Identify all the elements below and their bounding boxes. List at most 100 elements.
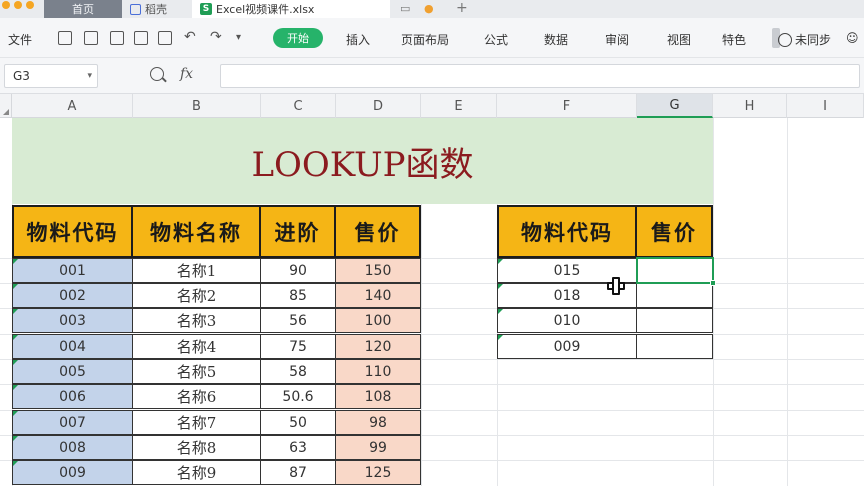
window-control-icon[interactable]: [2, 1, 10, 9]
text-number-indicator-icon: [498, 284, 503, 289]
header-price[interactable]: 售价: [334, 205, 421, 258]
column-header-e[interactable]: E: [421, 94, 497, 118]
undo-icon[interactable]: ↶: [184, 29, 196, 45]
table-cell-cost[interactable]: 75: [260, 334, 336, 359]
column-header-i[interactable]: I: [787, 94, 864, 118]
formula-input[interactable]: [220, 64, 860, 88]
menu-page-layout[interactable]: 页面布局: [401, 31, 449, 48]
table-cell-price[interactable]: 108: [335, 384, 421, 409]
name-box-dropdown-icon[interactable]: ▾: [87, 65, 92, 87]
daoke-icon: [130, 3, 141, 15]
table-cell-name[interactable]: 名称8: [132, 435, 261, 460]
table-cell-code[interactable]: 003: [12, 308, 133, 333]
window-control-icon[interactable]: [14, 1, 22, 9]
select-all-corner[interactable]: [0, 94, 12, 118]
column-header-c[interactable]: C: [261, 94, 336, 118]
tab-daoke[interactable]: 稻壳: [124, 0, 190, 18]
table-cell-name[interactable]: 名称3: [132, 308, 261, 333]
lookup-cell-code[interactable]: 009: [497, 334, 637, 359]
text-number-indicator-icon: [498, 309, 503, 314]
column-header-f[interactable]: F: [497, 94, 637, 118]
menu-review[interactable]: 审阅: [605, 31, 629, 48]
tab-screen-icon[interactable]: ▭: [400, 2, 410, 15]
menu-data[interactable]: 数据: [544, 31, 568, 48]
menu-start-label: 开始: [287, 32, 309, 45]
table-cell-code[interactable]: 008: [12, 435, 133, 460]
table-cell-cost[interactable]: 85: [260, 283, 336, 308]
table-cell-code[interactable]: 009: [12, 460, 133, 485]
table-cell-cost[interactable]: 63: [260, 435, 336, 460]
table-cell-name[interactable]: 名称1: [132, 258, 261, 283]
add-tab-button[interactable]: +: [456, 0, 468, 16]
table-cell-name[interactable]: 名称4: [132, 334, 261, 359]
grid-line: [787, 118, 788, 486]
header-material-name[interactable]: 物料名称: [131, 205, 261, 258]
open-folder-icon[interactable]: [58, 31, 72, 45]
export-icon[interactable]: [110, 31, 124, 45]
lookup-header-material-code[interactable]: 物料代码: [497, 205, 637, 258]
redo-icon[interactable]: ↷: [210, 29, 222, 45]
menu-special[interactable]: 特色: [722, 31, 746, 48]
table-cell-name[interactable]: 名称7: [132, 410, 261, 435]
table-cell-cost[interactable]: 87: [260, 460, 336, 485]
lookup-cell-code[interactable]: 010: [497, 308, 637, 333]
window-control-icon[interactable]: [26, 1, 34, 9]
table-cell-cost[interactable]: 58: [260, 359, 336, 384]
table-cell-name[interactable]: 名称2: [132, 283, 261, 308]
table-cell-code[interactable]: 004: [12, 334, 133, 359]
lookup-cell-price[interactable]: [636, 283, 713, 308]
name-box[interactable]: G3 ▾: [4, 64, 98, 88]
column-header-a[interactable]: A: [12, 94, 133, 118]
lookup-cell-price[interactable]: [636, 308, 713, 333]
table-cell-price[interactable]: 125: [335, 460, 421, 485]
table-cell-cost[interactable]: 50.6: [260, 384, 336, 409]
header-material-code[interactable]: 物料代码: [12, 205, 133, 258]
menu-insert[interactable]: 插入: [346, 31, 370, 48]
menu-formula[interactable]: 公式: [484, 31, 508, 48]
table-cell-code[interactable]: 001: [12, 258, 133, 283]
table-cell-code[interactable]: 002: [12, 283, 133, 308]
table-cell-price[interactable]: 150: [335, 258, 421, 283]
lookup-cell-price[interactable]: [636, 334, 713, 359]
fx-function-icon[interactable]: fx: [180, 66, 193, 82]
table-cell-cost[interactable]: 90: [260, 258, 336, 283]
tab-home[interactable]: 首页: [44, 0, 122, 18]
user-share-icon[interactable]: ☺: [846, 31, 859, 45]
zoom-search-icon[interactable]: [150, 67, 164, 81]
print-preview-icon[interactable]: [158, 31, 172, 45]
table-cell-code[interactable]: 006: [12, 384, 133, 409]
column-header-h[interactable]: H: [713, 94, 787, 118]
table-cell-code[interactable]: 005: [12, 359, 133, 384]
column-header-b[interactable]: B: [133, 94, 261, 118]
table-cell-price[interactable]: 99: [335, 435, 421, 460]
table-cell-price[interactable]: 100: [335, 308, 421, 333]
table-cell-code[interactable]: 007: [12, 410, 133, 435]
active-cell-selection[interactable]: [636, 257, 716, 286]
header-cost[interactable]: 进阶: [259, 205, 336, 258]
ribbon-menu-bar: 文件 ↶ ↷ ▾ 开始 插入 页面布局 公式 数据 审阅 视图 特色 未同步 ☺: [0, 18, 864, 58]
menu-file[interactable]: 文件: [8, 31, 32, 48]
tab-file[interactable]: S Excel视频课件.xlsx: [192, 0, 390, 18]
table-cell-price[interactable]: 110: [335, 359, 421, 384]
sheet-grid[interactable]: LOOKUP函数 物料代码 物料名称 进阶 售价 物料代码 售价 001 名称1…: [0, 118, 864, 486]
save-icon[interactable]: [84, 31, 98, 45]
table-cell-price[interactable]: 140: [335, 283, 421, 308]
table-cell-cost[interactable]: 50: [260, 410, 336, 435]
quick-access-dropdown-icon[interactable]: ▾: [236, 32, 241, 43]
menu-start[interactable]: 开始: [273, 28, 323, 48]
table-cell-cost[interactable]: 56: [260, 308, 336, 333]
table-cell-name[interactable]: 名称6: [132, 384, 261, 409]
column-header-d[interactable]: D: [336, 94, 421, 118]
table-cell-price[interactable]: 98: [335, 410, 421, 435]
sync-status-button[interactable]: 未同步: [778, 31, 831, 48]
menu-view[interactable]: 视图: [667, 31, 691, 48]
text-number-indicator-icon: [13, 436, 18, 441]
table-cell-name[interactable]: 名称5: [132, 359, 261, 384]
column-header-g[interactable]: G: [637, 94, 713, 118]
fill-handle[interactable]: [710, 280, 716, 286]
table-cell-price[interactable]: 120: [335, 334, 421, 359]
table-cell-name[interactable]: 名称9: [132, 460, 261, 485]
lookup-header-price[interactable]: 售价: [635, 205, 713, 258]
sync-status-label: 未同步: [795, 33, 832, 47]
print-icon[interactable]: [134, 31, 148, 45]
